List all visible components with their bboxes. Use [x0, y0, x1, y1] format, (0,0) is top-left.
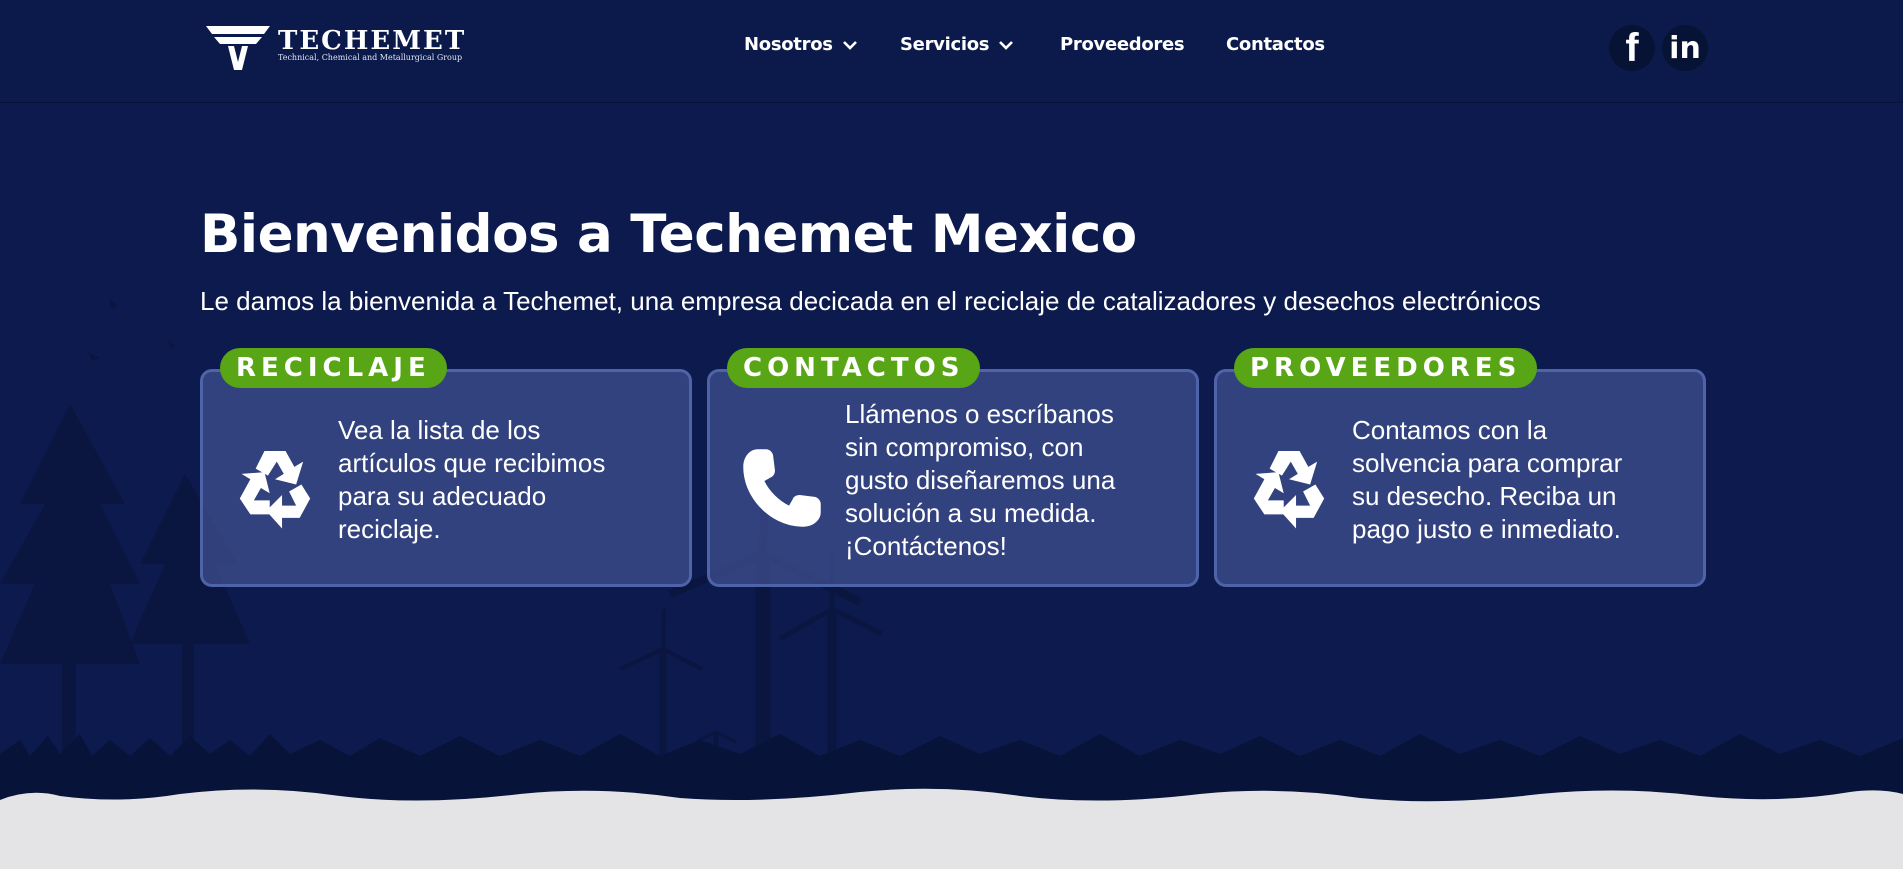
brand-name: TECHEMET [278, 26, 467, 56]
facebook-link[interactable]: f [1609, 25, 1655, 71]
facebook-icon: f [1625, 25, 1639, 70]
card-proveedores[interactable]: PROVEEDORES Contamos con la solvencia pa… [1214, 348, 1706, 587]
nav-item-label: Nosotros [744, 34, 833, 55]
section-divider [0, 788, 1903, 869]
chevron-down-icon [842, 34, 857, 55]
hero-subtitle: Le damos la bienvenida a Techemet, una e… [200, 286, 1541, 316]
card-tag: CONTACTOS [727, 348, 981, 388]
site-header: TECHEMET Technical, Chemical and Metallu… [0, 0, 1903, 103]
chevron-down-icon [999, 34, 1014, 55]
nav-item-servicios[interactable]: Servicios [900, 34, 1014, 55]
card-tag: RECICLAJE [220, 348, 447, 388]
recycle-icon [239, 451, 311, 529]
brand-tagline: Technical, Chemical and Metallurgical Gr… [278, 53, 463, 62]
card-description: Llámenos o escríbanos sin compromiso, co… [845, 399, 1116, 561]
card-contactos[interactable]: CONTACTOS Llámenos o escríbanos sin comp… [707, 348, 1199, 587]
nav-item-nosotros[interactable]: Nosotros [744, 34, 857, 55]
nav-item-proveedores[interactable]: Proveedores [1060, 34, 1185, 55]
nav-item-label: Contactos [1226, 34, 1325, 55]
hero-title: Bienvenidos a Techemet Mexico [200, 204, 1137, 265]
card-description: Vea la lista de los artículos que recibi… [338, 415, 606, 544]
nav-item-contactos[interactable]: Contactos [1226, 34, 1325, 55]
card-reciclaje[interactable]: RECICLAJE Vea la lista de los artículos … [200, 348, 692, 587]
recycle-icon [1253, 451, 1325, 529]
logo-mark-icon [206, 26, 270, 70]
nav-item-label: Servicios [900, 34, 990, 55]
linkedin-link[interactable]: in [1662, 25, 1708, 71]
techemet-logo[interactable]: TECHEMET Technical, Chemical and Metallu… [206, 24, 466, 72]
linkedin-icon: in [1669, 30, 1701, 66]
phone-icon [743, 449, 821, 527]
nav-item-label: Proveedores [1060, 34, 1185, 55]
card-description: Contamos con la solvencia para comprar s… [1352, 415, 1623, 544]
card-tag: PROVEEDORES [1234, 348, 1538, 388]
